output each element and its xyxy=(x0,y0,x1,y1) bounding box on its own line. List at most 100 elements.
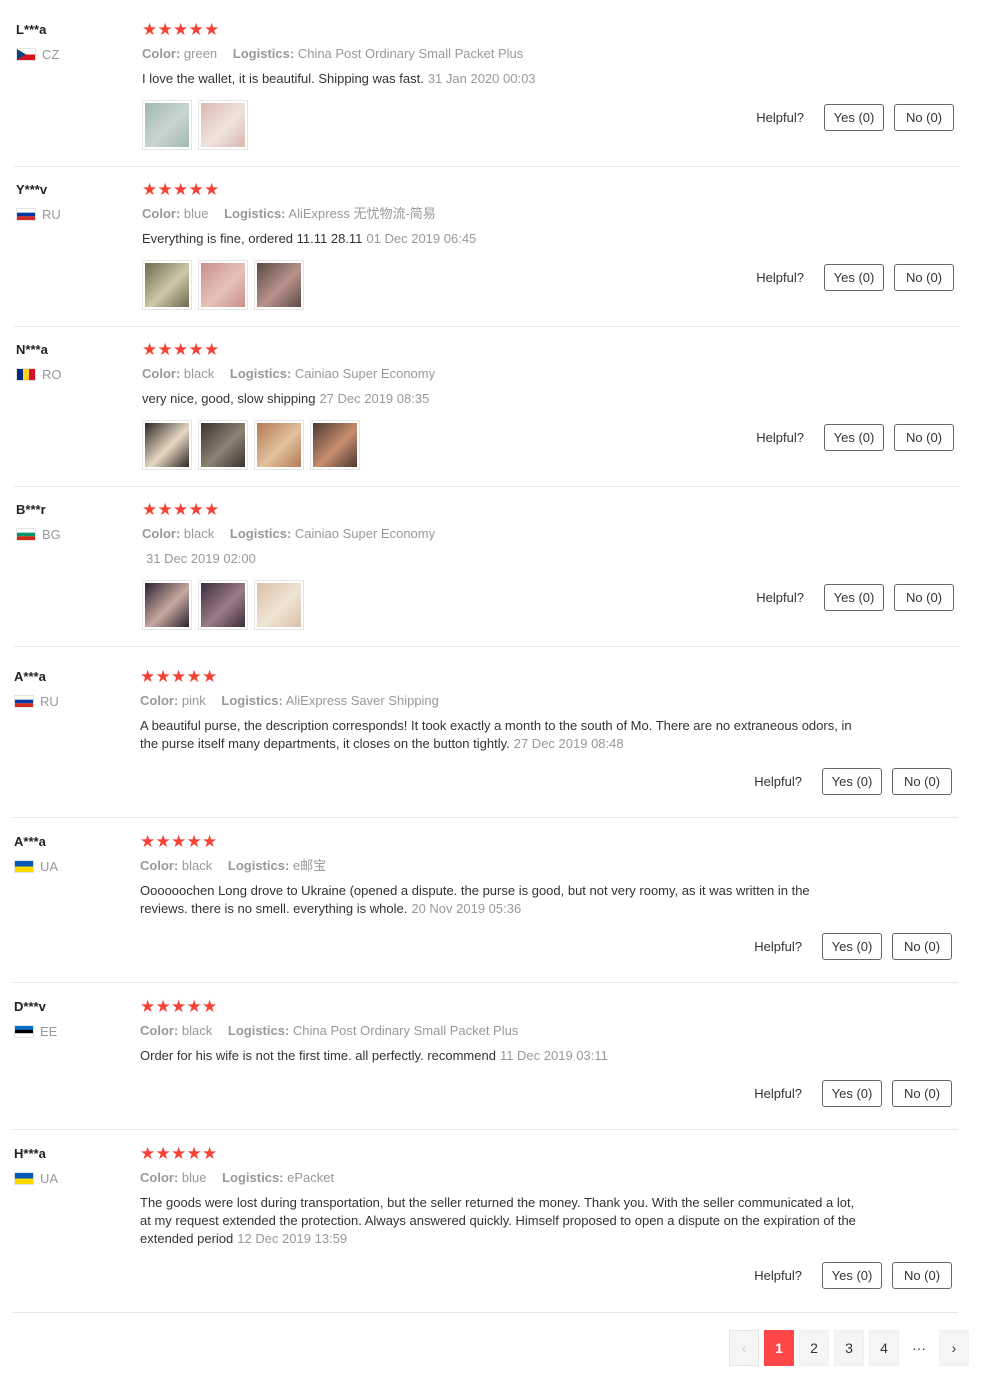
color-value: blue xyxy=(183,206,209,221)
helpful-no-button[interactable]: No (0) xyxy=(894,264,954,291)
rating-stars: ★ ★ ★ ★ ★ xyxy=(142,180,862,200)
logistics-value: e邮宝 xyxy=(292,858,327,873)
review-text: very nice, good, slow shipping 27 Dec 201… xyxy=(142,390,862,408)
helpful-yes-button[interactable]: Yes (0) xyxy=(822,1080,882,1107)
country-code: BG xyxy=(42,526,61,542)
review-body: Order for his wife is not the first time… xyxy=(140,1048,496,1063)
star-icon: ★ xyxy=(204,500,220,520)
country-flag-icon xyxy=(14,859,34,873)
review-body: Everything is fine, ordered 11.11 28.11 xyxy=(142,231,363,246)
star-icon: ★ xyxy=(202,667,218,687)
review-photo-thumbnail[interactable] xyxy=(142,580,192,630)
reviewer-name: L***a xyxy=(16,22,47,37)
review-photo-thumbnail[interactable] xyxy=(198,100,248,150)
review-item: L***a CZ ★ ★ ★ ★ ★ Color: green Logistics: C… xyxy=(14,22,960,167)
logistics-label: Logistics: xyxy=(221,693,283,708)
helpful-no-button[interactable]: No (0) xyxy=(892,1262,952,1289)
review-text: Order for his wife is not the first time… xyxy=(140,1047,860,1065)
helpful-yes-button[interactable]: Yes (0) xyxy=(824,424,884,451)
country-code: UA xyxy=(40,858,59,874)
next-page-button[interactable]: › xyxy=(939,1330,969,1366)
reviewer-info: D***v EE xyxy=(14,999,124,1039)
star-icon: ★ xyxy=(142,20,158,40)
helpful-yes-button[interactable]: Yes (0) xyxy=(822,933,882,960)
page-button-4[interactable]: 4 xyxy=(869,1330,899,1366)
review-photo-thumbnail[interactable] xyxy=(310,420,360,470)
review-text: A beautiful purse, the description corre… xyxy=(140,717,860,753)
reviewer-info: B***r BG xyxy=(16,502,126,542)
review-photo-thumbnail[interactable] xyxy=(198,420,248,470)
country-flag-icon xyxy=(16,47,36,61)
star-icon: ★ xyxy=(188,20,204,40)
helpful-controls: Helpful? Yes (0) No (0) xyxy=(754,1262,952,1289)
star-icon: ★ xyxy=(186,997,202,1017)
helpful-no-button[interactable]: No (0) xyxy=(892,768,952,795)
review-photo-thumbnail[interactable] xyxy=(142,420,192,470)
country-code: RU xyxy=(40,693,59,709)
helpful-yes-button[interactable]: Yes (0) xyxy=(822,768,882,795)
review-text: I love the wallet, it is beautiful. Ship… xyxy=(142,70,862,88)
country-flag-icon xyxy=(16,527,36,541)
review-date: 01 Dec 2019 06:45 xyxy=(366,231,477,246)
star-icon: ★ xyxy=(186,667,202,687)
star-icon: ★ xyxy=(171,997,187,1017)
logistics-value: AliExpress Saver Shipping xyxy=(285,693,439,708)
helpful-no-button[interactable]: No (0) xyxy=(892,933,952,960)
helpful-yes-button[interactable]: Yes (0) xyxy=(824,264,884,291)
helpful-no-button[interactable]: No (0) xyxy=(894,584,954,611)
helpful-yes-button[interactable]: Yes (0) xyxy=(822,1262,882,1289)
helpful-no-button[interactable]: No (0) xyxy=(894,424,954,451)
star-icon: ★ xyxy=(155,997,171,1017)
review-photo-thumbnail[interactable] xyxy=(254,260,304,310)
helpful-controls: Helpful? Yes (0) No (0) xyxy=(754,768,952,795)
rating-stars: ★ ★ ★ ★ ★ xyxy=(140,997,860,1017)
logistics-label: Logistics: xyxy=(232,46,295,61)
star-icon: ★ xyxy=(186,1144,202,1164)
star-icon: ★ xyxy=(202,997,218,1017)
review-photo-thumbnail[interactable] xyxy=(254,420,304,470)
review-item: H***a UA ★ ★ ★ ★ ★ Color: blue Logistics: eP… xyxy=(12,1146,958,1313)
review-photo-thumbnail[interactable] xyxy=(198,260,248,310)
color-label: Color: xyxy=(142,206,181,221)
prev-page-button[interactable]: ‹ xyxy=(729,1330,759,1366)
country-code: EE xyxy=(40,1023,58,1039)
star-icon: ★ xyxy=(173,20,189,40)
review-photos xyxy=(142,260,862,310)
reviewer-name: A***a xyxy=(14,834,46,849)
helpful-yes-button[interactable]: Yes (0) xyxy=(824,104,884,131)
reviewer-info: H***a UA xyxy=(14,1146,124,1186)
helpful-controls: Helpful? Yes (0) No (0) xyxy=(756,264,954,291)
rating-stars: ★ ★ ★ ★ ★ xyxy=(140,667,860,687)
country-code: CZ xyxy=(42,46,60,62)
page-button-1[interactable]: 1 xyxy=(764,1330,794,1366)
star-icon: ★ xyxy=(140,832,156,852)
reviewer-country: BG xyxy=(16,526,126,542)
review-body: I love the wallet, it is beautiful. Ship… xyxy=(142,71,424,86)
review-attributes: Color: blue Logistics: ePacket xyxy=(140,1169,860,1187)
helpful-no-button[interactable]: No (0) xyxy=(894,104,954,131)
page-button-2[interactable]: 2 xyxy=(799,1330,829,1366)
logistics-value: AliExpress 无忧物流-简易 xyxy=(288,206,436,221)
logistics-label: Logistics: xyxy=(227,858,290,873)
country-flag-icon xyxy=(16,207,36,221)
helpful-no-button[interactable]: No (0) xyxy=(892,1080,952,1107)
logistics-label: Logistics: xyxy=(229,526,292,541)
star-icon: ★ xyxy=(171,667,187,687)
review-date: 31 Dec 2019 02:00 xyxy=(146,551,256,566)
review-date: 27 Dec 2019 08:48 xyxy=(513,736,624,751)
star-icon: ★ xyxy=(140,1144,156,1164)
helpful-label: Helpful? xyxy=(754,939,802,954)
rating-stars: ★ ★ ★ ★ ★ xyxy=(140,832,860,852)
review-photo-thumbnail[interactable] xyxy=(198,580,248,630)
helpful-yes-button[interactable]: Yes (0) xyxy=(824,584,884,611)
star-icon: ★ xyxy=(188,180,204,200)
helpful-controls: Helpful? Yes (0) No (0) xyxy=(754,1080,952,1107)
review-photo-thumbnail[interactable] xyxy=(254,580,304,630)
review-photo-thumbnail[interactable] xyxy=(142,100,192,150)
color-value: pink xyxy=(181,693,206,708)
star-icon: ★ xyxy=(171,1144,187,1164)
review-photo-thumbnail[interactable] xyxy=(142,260,192,310)
page-button-3[interactable]: 3 xyxy=(834,1330,864,1366)
star-icon: ★ xyxy=(155,832,171,852)
star-icon: ★ xyxy=(173,180,189,200)
